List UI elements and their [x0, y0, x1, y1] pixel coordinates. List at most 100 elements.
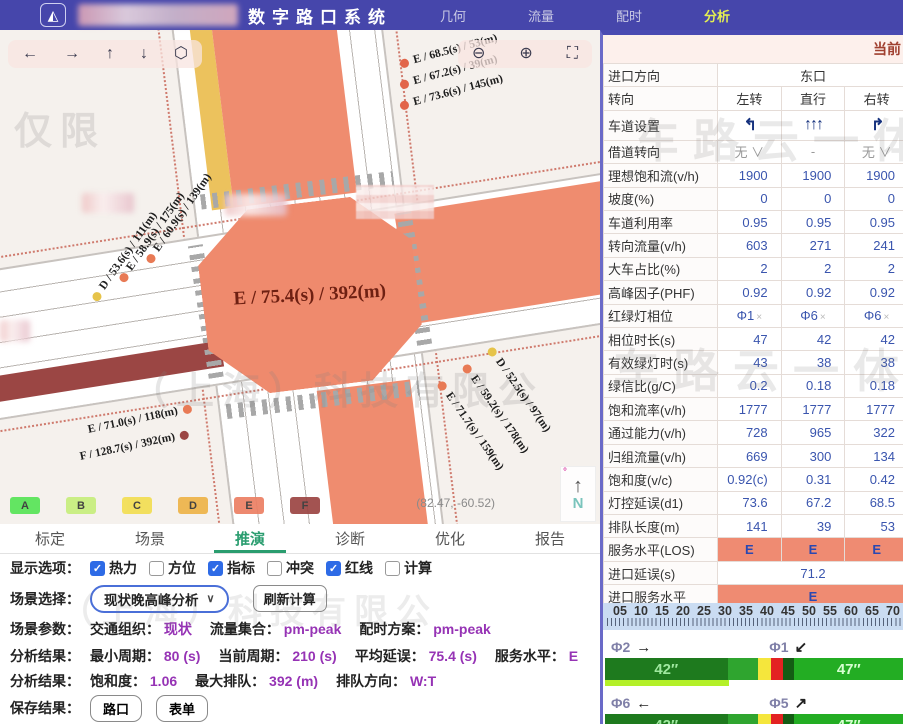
value-cell[interactable]: 1900	[845, 164, 903, 187]
refresh-compute-button[interactable]: 刷新计算	[253, 585, 327, 612]
param-item: 最大排队： 392 (m)	[195, 671, 318, 691]
value-cell[interactable]: 271	[781, 234, 845, 257]
value-cell[interactable]: 1777	[718, 398, 782, 421]
value-cell[interactable]: 0.42	[845, 468, 903, 491]
tab-诊断[interactable]: 诊断	[300, 524, 400, 553]
option-冲突[interactable]: 冲突	[267, 558, 314, 578]
pan-left-icon[interactable]: ←	[22, 46, 38, 62]
phase-cell[interactable]: Φ1×	[718, 304, 782, 327]
option-方位[interactable]: 方位	[149, 558, 196, 578]
value-cell[interactable]: 0	[781, 187, 845, 210]
value-cell[interactable]: 2	[845, 257, 903, 280]
value-cell[interactable]: 68.5	[845, 491, 903, 514]
value-cell[interactable]: 603	[718, 234, 782, 257]
value-cell[interactable]: 43	[718, 351, 782, 374]
unchecked-checkbox[interactable]	[267, 561, 282, 576]
phase-cell[interactable]: Φ6×	[845, 304, 903, 327]
value-cell[interactable]: 300	[781, 444, 845, 467]
pan-right-icon[interactable]: →	[64, 46, 80, 62]
value-cell[interactable]: 38	[845, 351, 903, 374]
value-cell[interactable]: 0.92(c)	[718, 468, 782, 491]
pan-up-icon[interactable]: ↑	[106, 46, 114, 62]
remove-phase-icon[interactable]: ×	[756, 312, 762, 323]
value-cell[interactable]: 42	[781, 327, 845, 350]
remove-phase-icon[interactable]: ×	[884, 312, 890, 323]
app-title: 数字路口系统	[248, 3, 392, 28]
value-cell[interactable]: 322	[845, 421, 903, 444]
value-cell[interactable]: 669	[718, 444, 782, 467]
remove-phase-icon[interactable]: ×	[820, 312, 826, 323]
value-cell[interactable]: 241	[845, 234, 903, 257]
value-cell[interactable]: 0.92	[718, 281, 782, 304]
tab-优化[interactable]: 优化	[400, 524, 500, 553]
tab-标定[interactable]: 标定	[0, 524, 100, 553]
value-cell[interactable]: 141	[718, 515, 782, 538]
option-红线[interactable]: ✓ 红线	[326, 558, 373, 578]
nav-item-几何[interactable]: 几何	[440, 6, 466, 25]
polygon-select-icon[interactable]: ⬡	[174, 46, 188, 62]
zoom-out-icon[interactable]: ⊖	[472, 46, 485, 62]
value-cell[interactable]: 1900	[718, 164, 782, 187]
borrow-turn-select[interactable]: -	[781, 140, 845, 163]
compass: ° ↑ N	[560, 466, 596, 522]
nav-item-流量[interactable]: 流量	[528, 6, 554, 25]
map-pan-toolbar: ← → ↑ ↓ ⬡	[8, 40, 202, 68]
value-cell[interactable]: 0.31	[781, 468, 845, 491]
borrow-turn-select[interactable]: 无 ∨	[718, 140, 782, 163]
fit-screen-icon[interactable]: ⛶	[567, 46, 578, 62]
zoom-in-icon[interactable]: ⊕	[519, 46, 532, 62]
option-热力[interactable]: ✓热力	[90, 558, 137, 578]
param-value: 80 (s)	[160, 648, 200, 664]
value-cell[interactable]: 42	[845, 327, 903, 350]
value-cell[interactable]: 965	[781, 421, 845, 444]
nav-item-配时[interactable]: 配时	[616, 6, 642, 25]
value-cell[interactable]: 67.2	[781, 491, 845, 514]
value-cell[interactable]: 0.18	[781, 374, 845, 397]
checked-checkbox[interactable]: ✓	[326, 561, 341, 576]
intersection-map-canvas[interactable]: 仅限 （上海）科技有限公 E / 75.	[0, 30, 600, 524]
phase-cell[interactable]: Φ6×	[781, 304, 845, 327]
value-cell[interactable]: 0	[718, 187, 782, 210]
value-cell[interactable]: 73.6	[718, 491, 782, 514]
value-cell[interactable]: 1900	[781, 164, 845, 187]
nav-item-分析[interactable]: 分析	[704, 6, 730, 25]
value-cell[interactable]: 38	[781, 351, 845, 374]
value-cell[interactable]: 47	[718, 327, 782, 350]
unchecked-checkbox[interactable]	[149, 561, 164, 576]
value-cell[interactable]: 0.95	[781, 210, 845, 233]
checked-checkbox[interactable]: ✓	[208, 561, 223, 576]
value-cell[interactable]: 0.95	[845, 210, 903, 233]
value-cell[interactable]: 728	[718, 421, 782, 444]
value-cell[interactable]: 0.18	[845, 374, 903, 397]
option-label: 红线	[345, 558, 373, 578]
value-cell[interactable]: 134	[845, 444, 903, 467]
value-cell[interactable]: 1777	[845, 398, 903, 421]
value-cell[interactable]: 0.2	[718, 374, 782, 397]
checked-checkbox[interactable]: ✓	[90, 561, 105, 576]
save-路口-button[interactable]: 路口	[90, 695, 142, 722]
value-cell[interactable]: 1777	[781, 398, 845, 421]
direction-value: 东口	[718, 64, 903, 87]
pan-down-icon[interactable]: ↓	[140, 46, 148, 62]
phase-value: Φ1	[737, 308, 755, 323]
borrow-turn-select[interactable]: 无 ∨	[845, 140, 903, 163]
value-cell[interactable]: 53	[845, 515, 903, 538]
option-指标[interactable]: ✓指标	[208, 558, 255, 578]
value-cell[interactable]: 0.92	[845, 281, 903, 304]
phase-segment: 47″	[794, 658, 903, 680]
value-cell[interactable]: 39	[781, 515, 845, 538]
tab-推演[interactable]: 推演	[200, 524, 300, 553]
unchecked-checkbox[interactable]	[385, 561, 400, 576]
option-计算[interactable]: 计算	[385, 558, 432, 578]
value-cell[interactable]: 2	[781, 257, 845, 280]
approach-data-table: 进口方向东口转向左转直行右转车道设置↰↑↑↑↱借道转向无 ∨-无 ∨理想饱和流(…	[603, 63, 903, 609]
tab-场景[interactable]: 场景	[100, 524, 200, 553]
value-cell[interactable]: 0.95	[718, 210, 782, 233]
tab-报告[interactable]: 报告	[500, 524, 600, 553]
value-cell[interactable]: 2	[718, 257, 782, 280]
param-key: 服务水平：	[495, 648, 565, 664]
scene-select-dropdown[interactable]: 现状晚高峰分析 ∨	[90, 585, 229, 613]
value-cell[interactable]: 0	[845, 187, 903, 210]
save-表单-button[interactable]: 表单	[156, 695, 208, 722]
value-cell[interactable]: 0.92	[781, 281, 845, 304]
